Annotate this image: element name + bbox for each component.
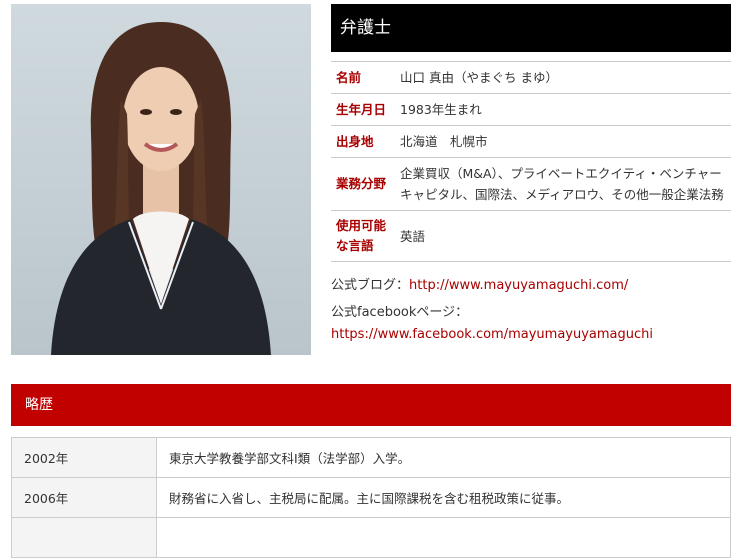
profile-row-birth: 生年月日 1983年生まれ xyxy=(331,93,731,126)
career-text xyxy=(156,517,731,558)
career-year: 2006年 xyxy=(11,477,157,518)
blog-label: 公式ブログ： xyxy=(331,278,410,293)
blog-link[interactable]: http://www.mayuyamaguchi.com/ xyxy=(409,278,628,293)
profile-label: 生年月日 xyxy=(331,93,390,126)
profile-table: 名前 山口 真由（やまぐち まゆ） 生年月日 1983年生まれ 出身地 北海道 … xyxy=(331,61,731,262)
career-heading: 略歴 xyxy=(11,384,731,426)
profile-value: 英語 xyxy=(390,210,731,262)
profile-label: 出身地 xyxy=(331,125,390,158)
career-row: 2002年 東京大学教養学部文科Ⅰ類（法学部）入学。 xyxy=(11,437,731,478)
career-text: 財務省に入省し、主税局に配属。主に国際課税を含む租税政策に従事。 xyxy=(156,477,731,518)
official-links: 公式ブログ：http://www.mayuyamaguchi.com/ 公式fa… xyxy=(331,275,731,351)
profile-value: 企業買収（M&A）、プライベートエクイティ・ベンチャーキャピタル、国際法、メディ… xyxy=(390,157,731,211)
profile-value: 山口 真由（やまぐち まゆ） xyxy=(390,61,731,94)
career-text: 東京大学教養学部文科Ⅰ類（法学部）入学。 xyxy=(156,437,731,478)
profile-value: 1983年生まれ xyxy=(390,93,731,126)
career-row xyxy=(11,517,731,558)
profile-row-practice: 業務分野 企業買収（M&A）、プライベートエクイティ・ベンチャーキャピタル、国際… xyxy=(331,157,731,211)
career-year xyxy=(11,517,157,558)
career-row: 2006年 財務省に入省し、主税局に配属。主に国際課税を含む租税政策に従事。 xyxy=(11,477,731,518)
career-year: 2002年 xyxy=(11,437,157,478)
profile-label: 業務分野 xyxy=(331,157,390,211)
portrait-illustration xyxy=(51,22,271,355)
profile-value: 北海道 札幌市 xyxy=(390,125,731,158)
facebook-link[interactable]: https://www.facebook.com/mayumayuyamaguc… xyxy=(331,327,653,342)
profile-label: 名前 xyxy=(331,61,390,94)
profile-row-origin: 出身地 北海道 札幌市 xyxy=(331,125,731,158)
profile-photo xyxy=(11,4,311,355)
blog-line: 公式ブログ：http://www.mayuyamaguchi.com/ xyxy=(331,275,731,297)
career-table: 2002年 東京大学教養学部文科Ⅰ類（法学部）入学。 2006年 財務省に入省し… xyxy=(11,437,731,558)
profile-row-name: 名前 山口 真由（やまぐち まゆ） xyxy=(331,61,731,94)
facebook-label: 公式facebookページ： xyxy=(331,305,469,320)
page-title: 弁護士 xyxy=(331,4,731,52)
profile-row-language: 使用可能な言語 英語 xyxy=(331,210,731,262)
profile-label: 使用可能な言語 xyxy=(331,210,390,262)
facebook-line: 公式facebookページ： https://www.facebook.com/m… xyxy=(331,302,731,346)
